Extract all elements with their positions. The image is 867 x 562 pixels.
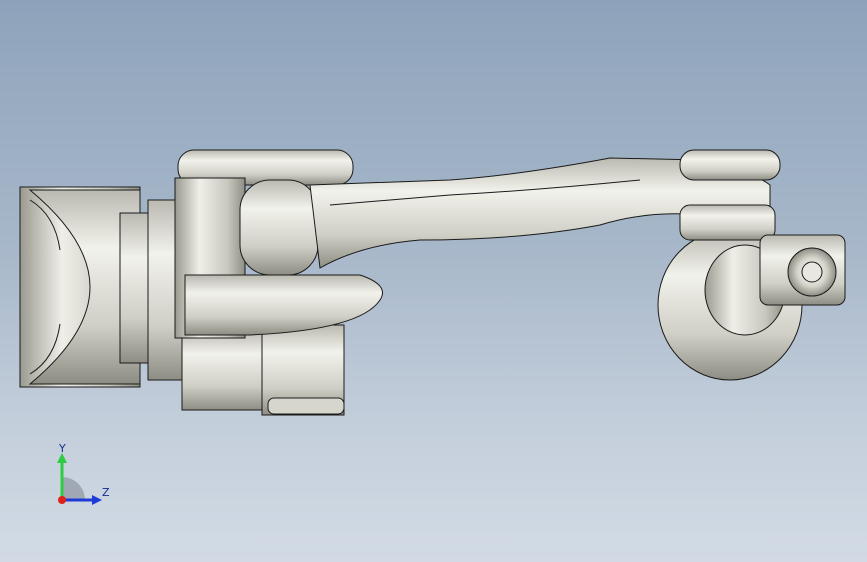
lower-arm (184, 274, 383, 336)
triad-y-label: Y (59, 442, 66, 455)
shoulder-barrel (239, 179, 319, 276)
elbow-cover (679, 149, 781, 181)
base-ring-1 (119, 212, 151, 364)
motor-cap (267, 397, 345, 415)
orientation-triad: Y Z (40, 435, 130, 515)
wrist-bracket (679, 204, 776, 241)
robot-base[interactable] (19, 186, 189, 388)
triad-z-arrowhead (92, 495, 102, 505)
triad-z-label: Z (102, 486, 110, 499)
tool-flange-center (801, 261, 823, 283)
triad-xy-quadrant (62, 477, 85, 500)
motor-block-1 (181, 329, 271, 411)
graphics-viewport[interactable]: Y Z (0, 0, 867, 562)
robot-arm-model[interactable] (0, 0, 867, 562)
wrist-assembly[interactable] (657, 204, 846, 381)
triad-x-axis (58, 496, 66, 504)
triad-arrows (57, 453, 102, 505)
